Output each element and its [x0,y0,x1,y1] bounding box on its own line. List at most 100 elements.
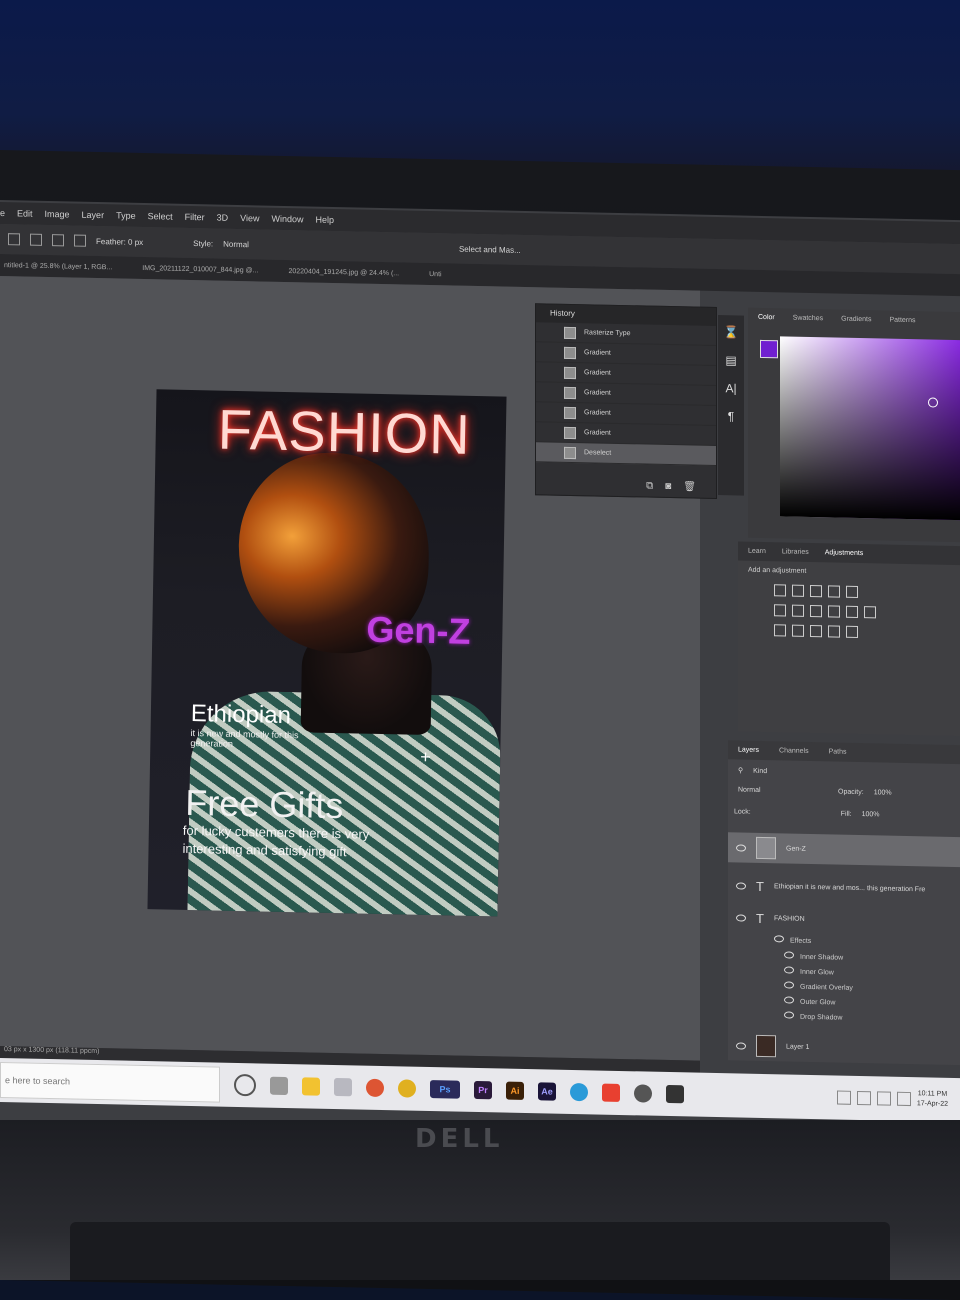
app-icon[interactable] [634,1084,652,1103]
tray-app-icon[interactable] [856,1090,871,1106]
selective-color-icon[interactable] [846,625,858,638]
tab-channels[interactable]: Channels [779,747,809,755]
tab-learn[interactable]: Learn [748,548,766,555]
photos-icon[interactable] [666,1084,684,1104]
layer-row[interactable]: Layer 1 [728,1032,960,1063]
properties-icon[interactable]: ▤ [725,353,736,367]
tab-patterns[interactable]: Patterns [889,317,915,325]
history-panel-icon[interactable]: ⌛ [724,325,739,339]
subtract-selection-icon[interactable] [74,234,86,247]
blend-mode-select[interactable]: Normal [738,786,828,795]
new-document-from-state-icon[interactable]: ⧉ [646,480,653,491]
gradient-map-icon[interactable] [828,625,840,638]
foreground-color-swatch[interactable] [760,339,778,359]
opacity-field[interactable]: 100% [874,789,892,796]
layer-row[interactable]: T FASHION [728,904,960,935]
menu-type[interactable]: Type [116,210,136,220]
doc-tab[interactable]: ntitled-1 @ 25.8% (Layer 1, RGB... [4,262,112,271]
effect-item[interactable]: Inner Shadow [784,951,843,962]
illustrator-icon[interactable]: Ai [506,1081,524,1100]
menu-window[interactable]: Window [271,214,303,225]
poster-document[interactable]: FASHION Gen-Z Ethiopian it is new and mo… [147,389,507,917]
black-white-icon[interactable] [810,604,822,618]
menu-image[interactable]: Image [45,209,70,220]
levels-icon[interactable] [792,584,804,597]
doc-tab[interactable]: IMG_20211122_010007_844.jpg @... [142,264,258,273]
menu-3d[interactable]: 3D [217,213,229,223]
effects-group[interactable]: Effects [774,935,811,945]
new-selection-icon[interactable] [30,233,42,246]
taskbar-search-input[interactable]: e here to search [0,1062,220,1103]
color-picker-handle[interactable] [928,397,938,408]
tab-libraries[interactable]: Libraries [782,548,809,556]
visibility-eye-icon[interactable] [784,996,794,1004]
character-icon[interactable]: A| [725,381,736,395]
app-icon[interactable] [398,1079,416,1098]
taskbar-clock[interactable]: 10:11 PM 17-Apr-22 [917,1089,948,1110]
layer-row[interactable]: T Ethiopian it is new and mos... this ge… [728,872,960,903]
visibility-eye-icon[interactable] [736,881,746,890]
style-select[interactable]: Normal [223,239,249,249]
vibrance-icon[interactable] [846,585,858,598]
select-mask-button[interactable]: Select and Mas... [459,244,521,254]
hue-saturation-icon[interactable] [774,604,786,617]
after-effects-icon[interactable]: Ae [538,1082,556,1101]
chrome-icon[interactable] [366,1078,384,1098]
menu-edit[interactable]: Edit [17,208,33,218]
effect-item[interactable]: Drop Shadow [784,1011,842,1022]
tab-color[interactable]: Color [758,314,775,321]
task-view-icon[interactable] [270,1076,288,1096]
visibility-eye-icon[interactable] [774,935,784,943]
visibility-eye-icon[interactable] [784,981,794,989]
marquee-tool-icon[interactable] [8,233,20,246]
posterize-icon[interactable] [792,624,804,637]
color-balance-icon[interactable] [792,604,804,617]
visibility-eye-icon[interactable] [736,1041,746,1050]
tray-chevron-icon[interactable] [836,1090,851,1105]
fill-field[interactable]: 100% [862,811,880,818]
add-selection-icon[interactable] [52,234,64,247]
doc-tab[interactable]: 20220404_191245.jpg @ 24.4% (... [288,268,399,277]
telegram-icon[interactable] [570,1082,588,1102]
effect-item[interactable]: Gradient Overlay [784,981,853,992]
doc-tab[interactable]: Unti [429,270,441,277]
feather-field[interactable]: Feather: 0 px [96,237,143,247]
file-explorer-icon[interactable] [302,1077,320,1096]
network-icon[interactable] [876,1091,891,1106]
color-picker-field[interactable] [780,336,960,521]
effect-item[interactable]: Outer Glow [784,996,835,1006]
history-item-active[interactable]: Deselect [536,442,716,466]
effect-item[interactable]: Inner Glow [784,966,834,976]
photoshop-icon[interactable]: Ps [430,1080,460,1099]
visibility-eye-icon[interactable] [784,966,794,974]
trash-icon[interactable]: 🗑 [683,481,696,492]
filter-kind-select[interactable]: Kind [753,767,767,774]
paragraph-icon[interactable]: ¶ [728,409,734,423]
tab-gradients[interactable]: Gradients [841,316,871,324]
menu-view[interactable]: View [240,213,259,223]
menu-item[interactable]: e [0,208,5,218]
visibility-eye-icon[interactable] [784,951,794,959]
visibility-eye-icon[interactable] [784,1011,794,1019]
tab-swatches[interactable]: Swatches [793,315,823,323]
menu-help[interactable]: Help [315,215,334,225]
layer-row[interactable]: Gen-Z [728,832,960,868]
exposure-icon[interactable] [828,585,840,598]
wps-icon[interactable] [602,1083,620,1102]
tab-paths[interactable]: Paths [829,748,847,755]
store-icon[interactable] [334,1077,352,1097]
brightness-icon[interactable] [774,584,786,597]
color-lookup-icon[interactable] [864,606,876,619]
volume-icon[interactable] [896,1091,911,1107]
tab-layers[interactable]: Layers [738,746,759,753]
threshold-icon[interactable] [810,624,822,638]
premiere-icon[interactable]: Pr [474,1080,492,1100]
curves-icon[interactable] [810,584,822,598]
menu-layer[interactable]: Layer [82,210,105,220]
menu-select[interactable]: Select [148,211,173,222]
visibility-eye-icon[interactable] [736,913,746,922]
snapshot-camera-icon[interactable]: ◙ [665,480,671,491]
channel-mixer-icon[interactable] [846,605,858,618]
tab-adjustments[interactable]: Adjustments [825,549,864,557]
cortana-icon[interactable] [234,1073,256,1097]
